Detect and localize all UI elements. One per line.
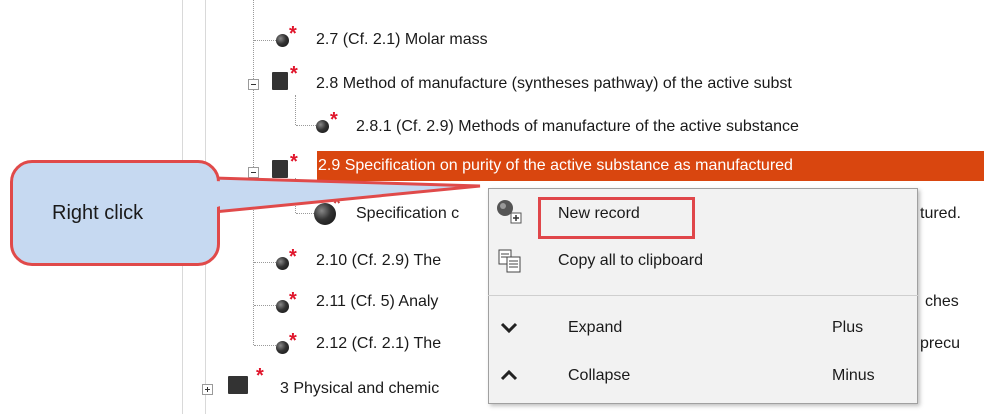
menu-item-copy-all[interactable]: Copy all to clipboard [558, 252, 703, 270]
annotation-highlight-box [538, 197, 695, 239]
callout-text: Right click [52, 202, 144, 224]
expand-shortcut: Plus [832, 319, 864, 336]
chevron-up-icon [500, 369, 518, 381]
menu-item-expand[interactable]: Expand [568, 319, 622, 337]
new-record-icon [497, 200, 522, 224]
collapse-shortcut: Minus [832, 367, 875, 384]
chevron-down-icon [500, 322, 518, 334]
menu-item-collapse[interactable]: Collapse [568, 367, 630, 385]
menu-separator [488, 295, 918, 296]
clipboard-icon [498, 249, 521, 273]
